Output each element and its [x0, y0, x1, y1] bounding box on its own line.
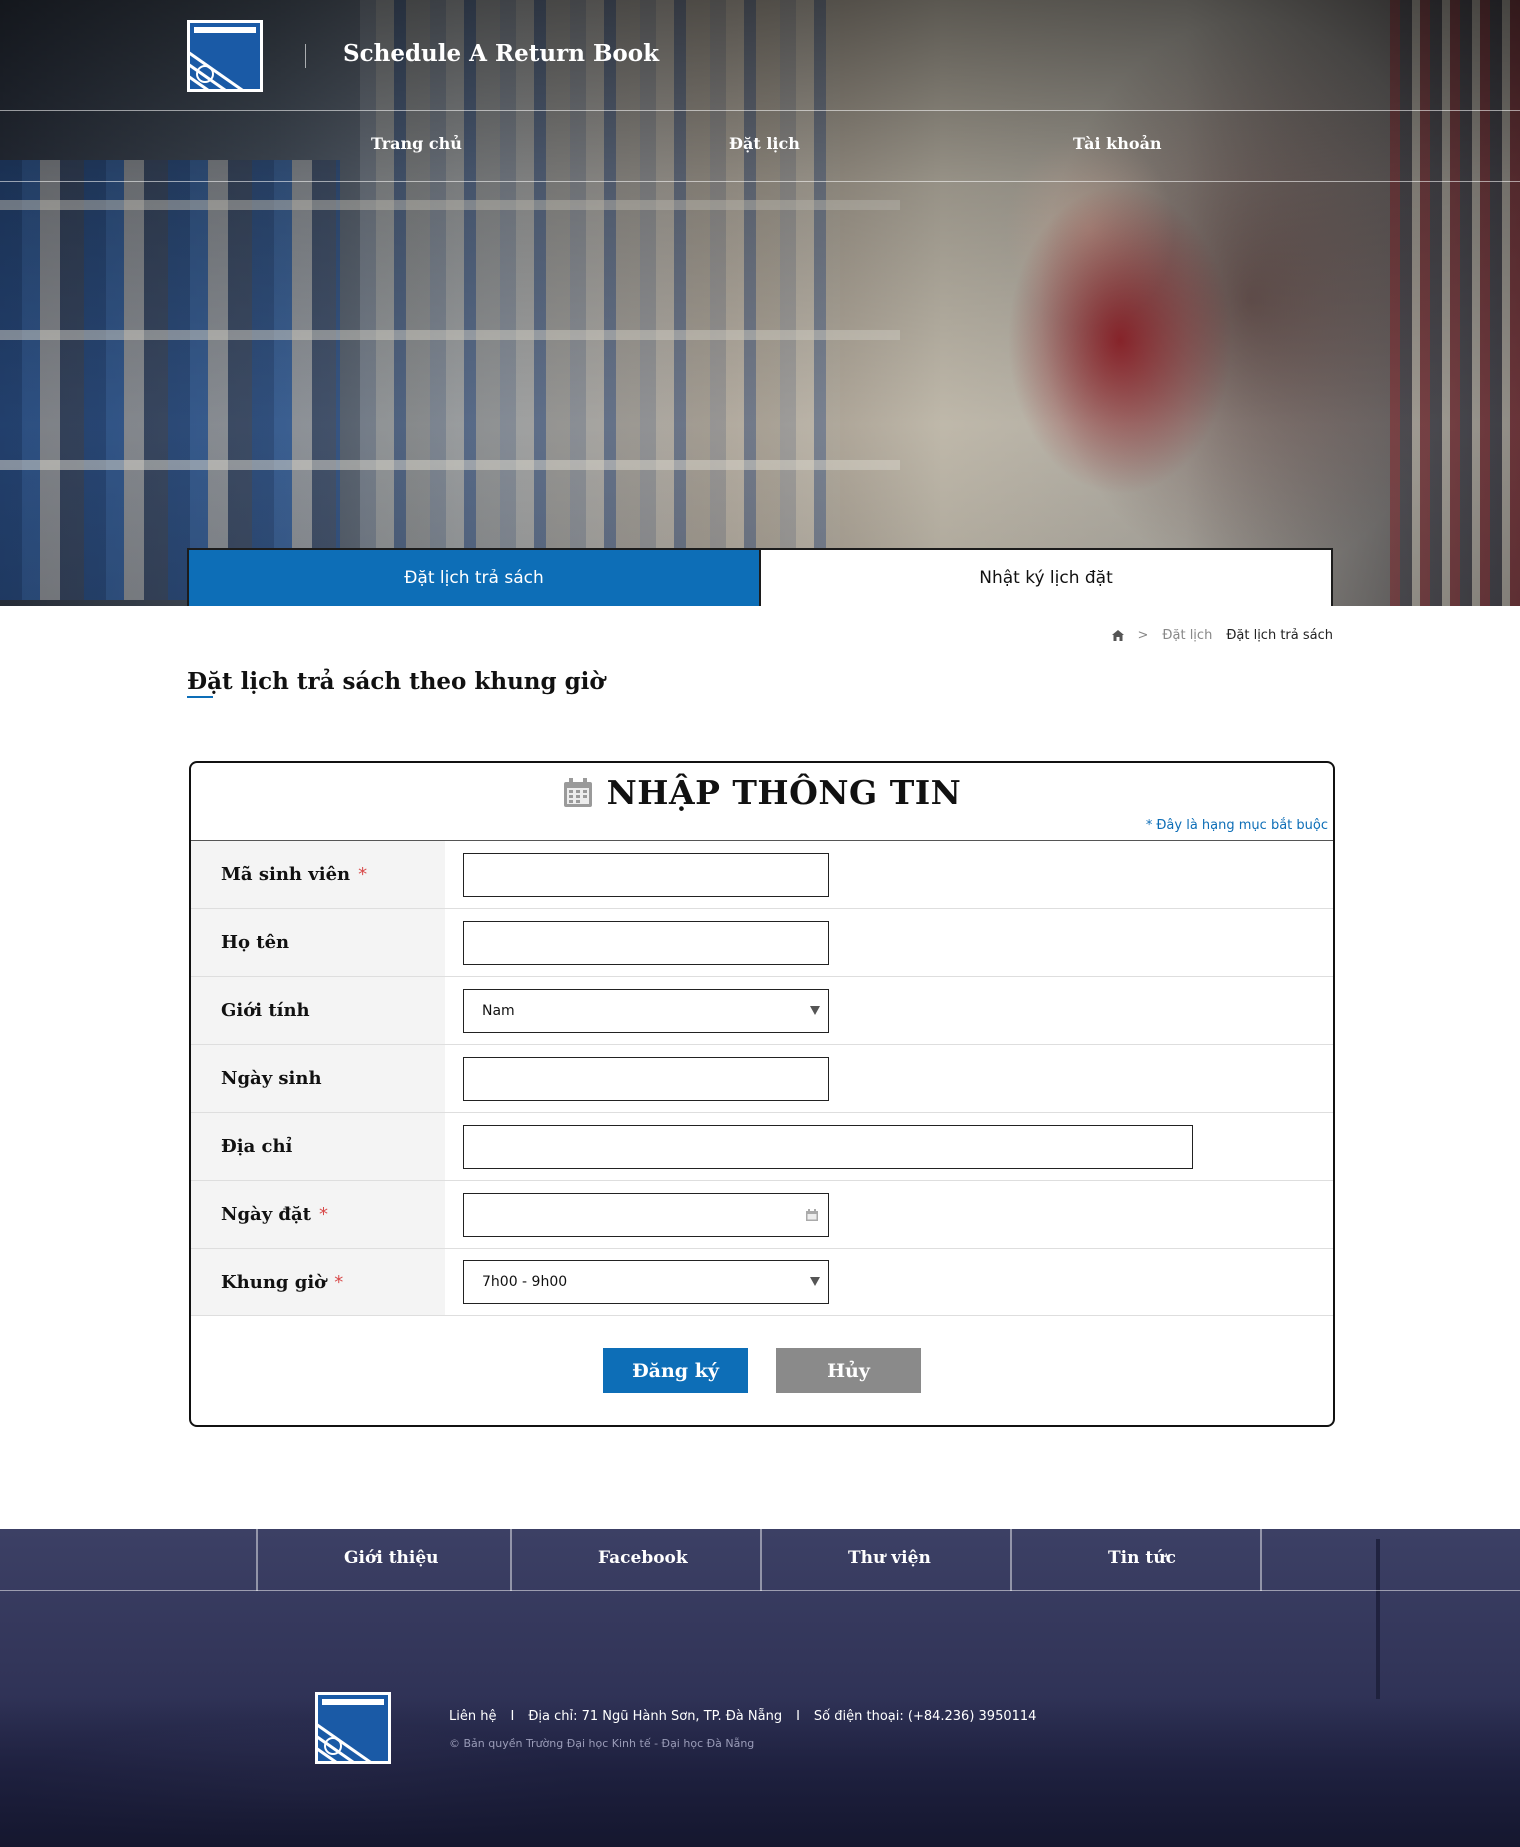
- gender-select[interactable]: Nam: [463, 988, 829, 1033]
- footer-nav-divider: [510, 1529, 512, 1591]
- tab-booking-history[interactable]: Nhật ký lịch đặt: [759, 550, 1331, 606]
- footer-university-logo[interactable]: [315, 1692, 391, 1764]
- footer-contact-label: Liên hệ: [449, 1709, 497, 1724]
- gender-label: Giới tính: [221, 1000, 310, 1021]
- booking-tabs: Đặt lịch trả sách Nhật ký lịch đặt: [187, 548, 1333, 606]
- field-label: Khung giờ *: [191, 1249, 445, 1315]
- chevron-down-icon[interactable]: [810, 1005, 820, 1015]
- nav-home[interactable]: Trang chủ: [371, 134, 462, 153]
- full-name-field[interactable]: [482, 921, 810, 964]
- full-name-label: Họ tên: [221, 932, 290, 953]
- field-label: Ngày đặt *: [191, 1181, 445, 1248]
- student-id-field[interactable]: [482, 853, 810, 896]
- field-label: Họ tên: [191, 909, 445, 976]
- form-title: NHẬP THÔNG TIN: [606, 773, 962, 812]
- form-fields: Mã sinh viên * Họ tên Giới tính Nam Ngày …: [191, 840, 1333, 1316]
- booking-form-card: NHẬP THÔNG TIN * Đây là hạng mục bắt buộc…: [189, 761, 1335, 1427]
- field-row-student-id: Mã sinh viên *: [191, 841, 1333, 909]
- required-note: * Đây là hạng mục bắt buộc: [1146, 818, 1328, 833]
- required-note-star: *: [1145, 818, 1153, 833]
- register-button[interactable]: Đăng ký: [603, 1348, 748, 1393]
- footer-phone: Số điện thoại: (+84.236) 3950114: [813, 1709, 1037, 1724]
- home-icon[interactable]: [1111, 630, 1124, 641]
- booking-date-input[interactable]: [463, 1192, 829, 1237]
- university-logo[interactable]: [187, 20, 263, 92]
- date-picker-icon[interactable]: [806, 1208, 818, 1221]
- birth-date-input[interactable]: [463, 1056, 829, 1101]
- required-marker: *: [334, 1271, 344, 1293]
- time-slot-select[interactable]: 7h00 - 9h00: [463, 1260, 829, 1304]
- header-divider: [305, 44, 306, 68]
- footer-nav: Giới thiệu Facebook Thư viện Tin tức: [0, 1529, 1520, 1591]
- gender-selected-value: Nam: [482, 1002, 515, 1019]
- field-label: Địa chỉ: [191, 1113, 445, 1180]
- footer-address: Địa chỉ: 71 Ngũ Hành Sơn, TP. Đà Nẵng: [528, 1709, 783, 1724]
- title-underline: [187, 696, 213, 698]
- nav-bottom-border: [0, 181, 1520, 182]
- field-row-gender: Giới tính Nam: [191, 977, 1333, 1045]
- field-row-full-name: Họ tên: [191, 909, 1333, 977]
- chevron-down-icon[interactable]: [810, 1277, 820, 1286]
- footer-link-about[interactable]: Giới thiệu: [344, 1548, 439, 1568]
- field-label: Ngày sinh: [191, 1045, 445, 1112]
- field-row-address: Địa chỉ: [191, 1113, 1333, 1181]
- birth-date-field[interactable]: [482, 1057, 810, 1100]
- footer-contact-info: Liên hệ I Địa chỉ: 71 Ngũ Hành Sơn, TP. Đà…: [449, 1709, 1036, 1724]
- breadcrumb-current: Đặt lịch trả sách: [1226, 628, 1333, 643]
- footer-link-facebook[interactable]: Facebook: [598, 1548, 688, 1568]
- calendar-icon: [563, 777, 593, 808]
- footer-nav-divider: [1260, 1529, 1262, 1591]
- time-slot-selected-value: 7h00 - 9h00: [482, 1274, 568, 1290]
- field-row-booking-date: Ngày đặt *: [191, 1181, 1333, 1249]
- field-label: Mã sinh viên *: [191, 841, 445, 908]
- footer-link-news[interactable]: Tin tức: [1108, 1548, 1176, 1568]
- footer-copyright: © Bản quyền Trường Đại học Kinh tế - Đại…: [449, 1737, 755, 1750]
- address-field[interactable]: [482, 1125, 1174, 1168]
- footer-separator: I: [796, 1709, 800, 1724]
- booking-date-field[interactable]: [482, 1193, 810, 1236]
- cancel-button[interactable]: Hủy: [776, 1348, 921, 1393]
- breadcrumb: > Đặt lịch Đặt lịch trả sách: [1111, 628, 1333, 643]
- time-slot-label: Khung giờ: [221, 1271, 327, 1293]
- breadcrumb-parent[interactable]: Đặt lịch: [1162, 628, 1212, 643]
- footer-link-library[interactable]: Thư viện: [848, 1548, 931, 1568]
- required-marker: *: [358, 864, 368, 885]
- address-input[interactable]: [463, 1124, 1193, 1169]
- nav-account[interactable]: Tài khoản: [1073, 134, 1162, 153]
- hero-banner: Schedule A Return Book Trang chủ Đặt lịc…: [0, 0, 1520, 606]
- nav-top-border: [0, 110, 1520, 111]
- tab-schedule-return[interactable]: Đặt lịch trả sách: [189, 550, 759, 606]
- student-id-label: Mã sinh viên: [221, 864, 351, 885]
- full-name-input[interactable]: [463, 920, 829, 965]
- nav-booking[interactable]: Đặt lịch: [729, 134, 800, 153]
- field-label: Giới tính: [191, 977, 445, 1044]
- form-header: NHẬP THÔNG TIN * Đây là hạng mục bắt buộc: [191, 763, 1333, 840]
- field-row-time-slot: Khung giờ * 7h00 - 9h00: [191, 1249, 1333, 1316]
- breadcrumb-separator: >: [1137, 628, 1149, 643]
- birth-date-label: Ngày sinh: [221, 1068, 322, 1089]
- booking-date-label: Ngày đặt: [221, 1204, 311, 1225]
- address-label: Địa chỉ: [221, 1136, 293, 1157]
- student-id-input[interactable]: [463, 852, 829, 897]
- field-row-birth-date: Ngày sinh: [191, 1045, 1333, 1113]
- required-note-text: Đây là hạng mục bắt buộc: [1156, 818, 1328, 833]
- page-title: Đặt lịch trả sách theo khung giờ: [187, 668, 605, 695]
- site-title: Schedule A Return Book: [343, 40, 660, 67]
- footer-nav-divider: [1010, 1529, 1012, 1591]
- footer: Giới thiệu Facebook Thư viện Tin tức Liê…: [0, 1529, 1520, 1847]
- required-marker: *: [319, 1204, 328, 1225]
- footer-nav-divider: [760, 1529, 762, 1591]
- form-actions: Đăng ký Hủy: [191, 1348, 1333, 1393]
- footer-nav-divider: [256, 1529, 258, 1591]
- footer-separator: I: [510, 1709, 515, 1724]
